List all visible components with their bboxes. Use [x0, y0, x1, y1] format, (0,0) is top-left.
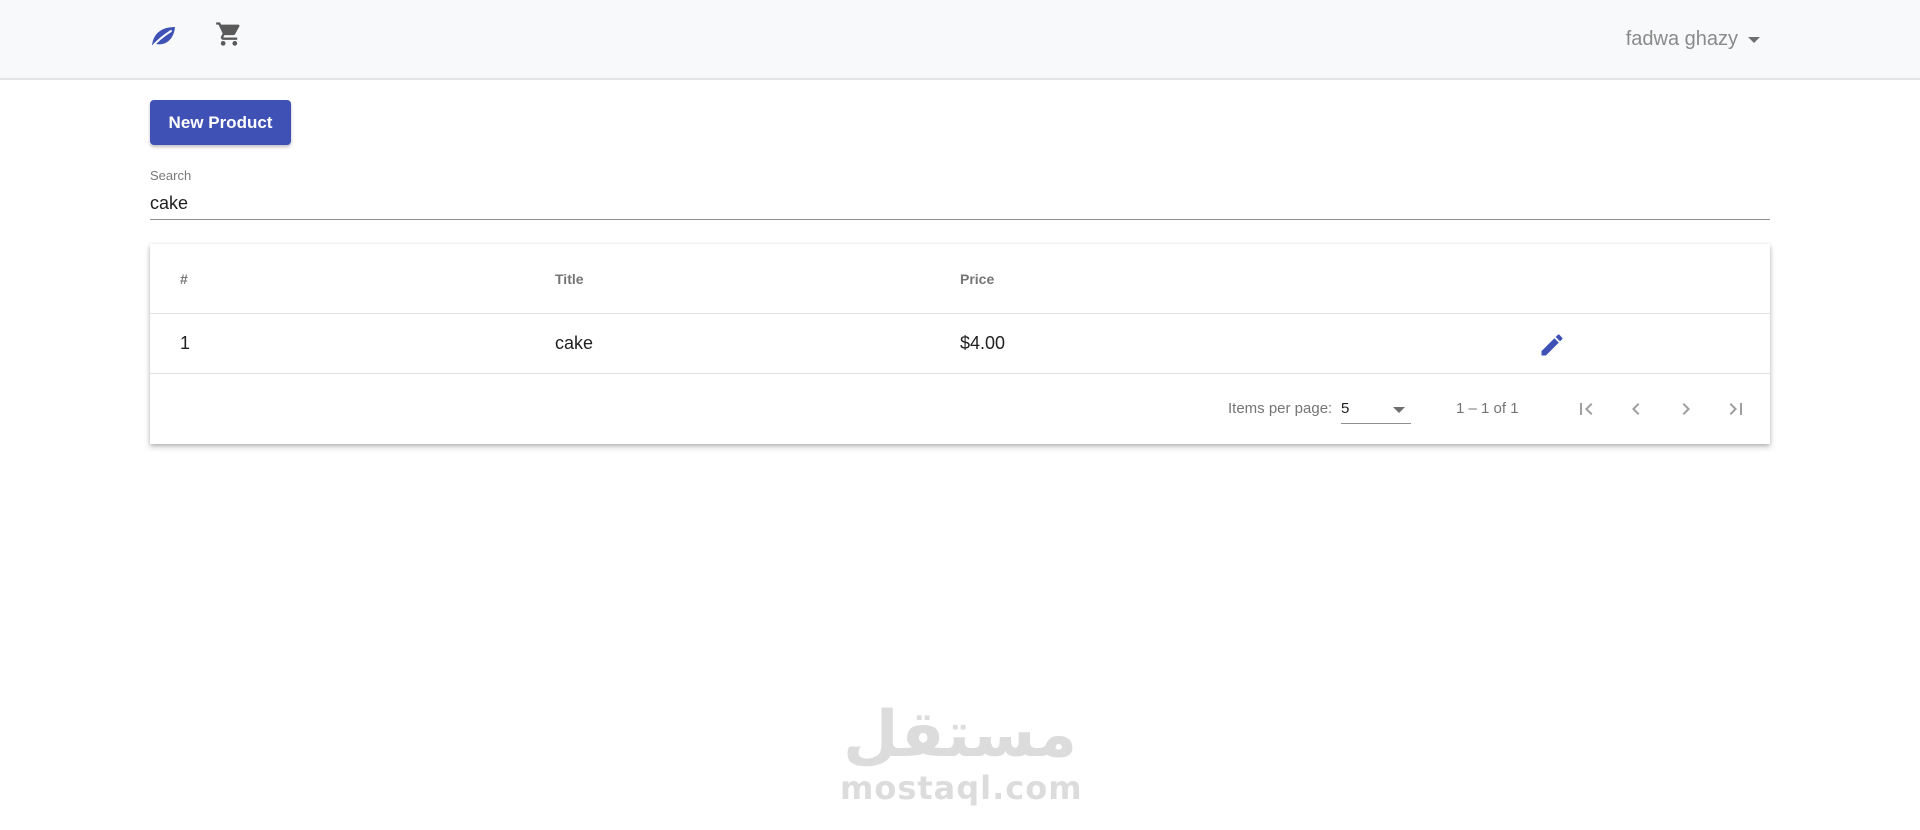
navbar: fadwa ghazy: [0, 0, 1920, 80]
header-number: #: [180, 270, 188, 287]
table-header-row: # Title Price: [150, 244, 1770, 314]
table-row: 1 cake $4.00: [150, 314, 1770, 374]
search-label: Search: [150, 168, 192, 183]
row-title: cake: [555, 333, 594, 353]
chevron-down-icon: [1393, 407, 1405, 413]
header-price: Price: [960, 270, 995, 287]
items-per-page-label: Items per page:: [1228, 400, 1333, 417]
items-per-page-value: 5: [1341, 400, 1350, 417]
new-product-button[interactable]: New Product: [150, 100, 291, 145]
leaf-icon[interactable]: [149, 24, 177, 50]
user-menu[interactable]: fadwa ghazy: [1626, 25, 1760, 53]
row-price: $4.00: [960, 333, 1006, 353]
chevron-down-icon: [1748, 37, 1760, 43]
range-label: 1 – 1 of 1: [1456, 400, 1519, 417]
paginator: Items per page: 5 1 – 1 of 1: [150, 374, 1770, 444]
search-field: Search: [150, 166, 1770, 220]
watermark-arabic: مستقل: [842, 698, 1078, 772]
watermark-latin: mostaql.com: [840, 769, 1083, 807]
products-table: # Title Price 1 cake $4.00 Items per pag…: [150, 244, 1770, 444]
next-page-icon[interactable]: [1670, 393, 1702, 425]
first-page-icon[interactable]: [1570, 393, 1602, 425]
watermark: مستقل mostaql.com: [840, 698, 1083, 815]
header-title: Title: [555, 270, 584, 287]
user-name: fadwa ghazy: [1625, 27, 1738, 50]
items-per-page-select[interactable]: 5: [1341, 394, 1411, 424]
previous-page-icon[interactable]: [1620, 393, 1652, 425]
edit-icon[interactable]: [1538, 331, 1566, 359]
cart-icon[interactable]: [215, 20, 243, 48]
row-number: 1: [180, 333, 191, 353]
last-page-icon[interactable]: [1720, 393, 1752, 425]
search-input[interactable]: [150, 190, 1770, 216]
